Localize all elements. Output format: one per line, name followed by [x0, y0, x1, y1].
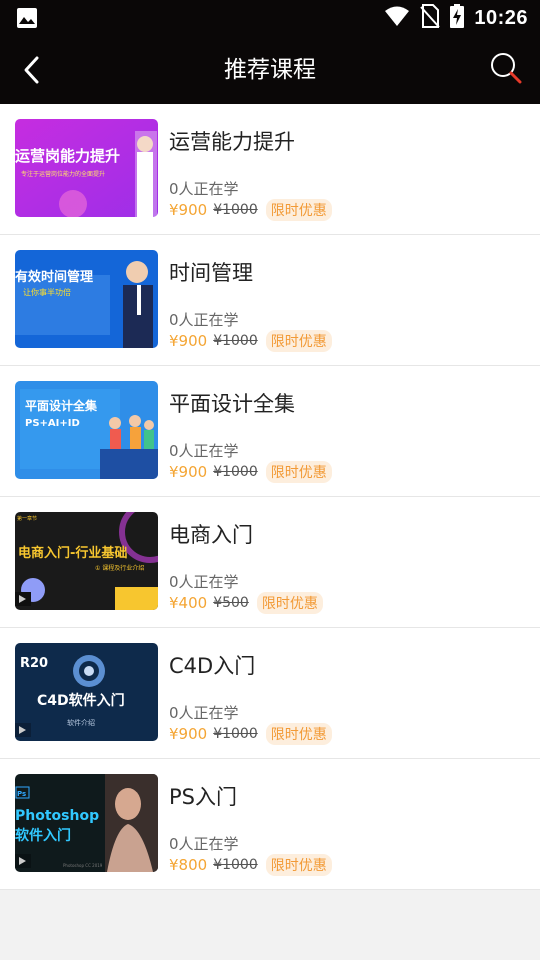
thumbnail-title: C4D软件入门 [37, 692, 125, 709]
current-price: ¥900 [169, 332, 208, 350]
discount-badge: 限时优惠 [256, 592, 323, 614]
image-notification-icon [16, 7, 38, 29]
status-time: 10:26 [474, 6, 528, 29]
current-price: ¥800 [169, 856, 208, 874]
discount-badge: 限时优惠 [265, 199, 332, 221]
thumbnail-subtitle: ① 课程及行业介绍 [95, 564, 144, 572]
learner-count: 0人正在学 [169, 311, 239, 329]
thumbnail-tag: 第一章节 [17, 515, 37, 522]
course-thumbnail: 第一章节 电商入门-行业基础 ① 课程及行业介绍 [15, 512, 158, 610]
course-title: 时间管理 [169, 261, 253, 285]
course-thumbnail: R20 C4D软件入门 软件介绍 [15, 643, 158, 741]
thumbnail-subtitle: 让你事半功倍 [23, 287, 71, 297]
current-price: ¥400 [169, 594, 208, 612]
original-price: ¥1000 [213, 333, 258, 349]
course-item-ecommerce[interactable]: 第一章节 电商入门-行业基础 ① 课程及行业介绍 电商入门 0人正在学 ¥400… [0, 497, 540, 628]
course-item-c4d[interactable]: R20 C4D软件入门 软件介绍 C4D入门 0人正在学 ¥900 ¥1000 … [0, 628, 540, 759]
learner-count: 0人正在学 [169, 180, 239, 198]
original-price: ¥500 [213, 595, 249, 611]
learner-count: 0人正在学 [169, 442, 239, 460]
thumbnail-title: Photoshop [15, 808, 99, 824]
course-item-operations[interactable]: 运营岗能力提升 专注于运营岗位能力的全面提升 运营能力提升 0人正在学 ¥900… [0, 104, 540, 235]
course-list: 运营岗能力提升 专注于运营岗位能力的全面提升 运营能力提升 0人正在学 ¥900… [0, 104, 540, 890]
status-bar: 10:26 [0, 0, 540, 36]
app-bar: 推荐课程 [0, 36, 540, 104]
thumbnail-title: 运营岗能力提升 [15, 147, 120, 165]
thumbnail-subtitle: 专注于运营岗位能力的全面提升 [21, 170, 105, 178]
course-title: 运营能力提升 [169, 130, 295, 154]
discount-badge: 限时优惠 [265, 854, 332, 876]
learner-count: 0人正在学 [169, 704, 239, 722]
course-thumbnail: 运营岗能力提升 专注于运营岗位能力的全面提升 [15, 119, 158, 217]
thumbnail-title: 平面设计全集 [25, 398, 98, 413]
thumbnail-tag: R20 [20, 656, 48, 671]
battery-charging-icon [450, 4, 465, 32]
thumbnail-subtitle: PS+AI+ID [25, 418, 80, 429]
no-sim-icon [420, 4, 441, 32]
course-item-photoshop[interactable]: Ps Photoshop 软件入门 Photoshop CC 2019 PS入门… [0, 759, 540, 890]
course-title: 电商入门 [169, 523, 253, 547]
original-price: ¥1000 [213, 464, 258, 480]
course-title: C4D入门 [169, 654, 256, 678]
original-price: ¥1000 [213, 202, 258, 218]
learner-count: 0人正在学 [169, 573, 239, 591]
discount-badge: 限时优惠 [265, 330, 332, 352]
original-price: ¥1000 [213, 857, 258, 873]
thumbnail-title: 电商入门-行业基础 [18, 545, 127, 561]
thumbnail-subtitle: 软件介绍 [67, 718, 95, 727]
course-thumbnail: 平面设计全集 PS+AI+ID [15, 381, 158, 479]
course-item-graphic-design[interactable]: 平面设计全集 PS+AI+ID 平面设计全集 0人正在学 ¥900 ¥1000 … [0, 366, 540, 497]
course-item-time-management[interactable]: 有效时间管理 让你事半功倍 时间管理 0人正在学 ¥900 ¥1000 限时优惠 [0, 235, 540, 366]
course-title: 平面设计全集 [169, 392, 295, 416]
wifi-icon [384, 5, 410, 31]
course-title: PS入门 [169, 785, 237, 809]
page-title: 推荐课程 [224, 57, 316, 83]
original-price: ¥1000 [213, 726, 258, 742]
thumbnail-title: 有效时间管理 [15, 269, 93, 285]
search-icon [491, 53, 522, 84]
current-price: ¥900 [169, 725, 208, 743]
search-button[interactable] [488, 50, 524, 86]
current-price: ¥900 [169, 463, 208, 481]
thumbnail-tag: Ps [17, 790, 26, 798]
course-thumbnail: 有效时间管理 让你事半功倍 [15, 250, 158, 348]
course-thumbnail: Ps Photoshop 软件入门 Photoshop CC 2019 [15, 774, 158, 872]
discount-badge: 限时优惠 [265, 461, 332, 483]
thumbnail-subtitle: 软件入门 [15, 827, 71, 844]
thumbnail-footer: Photoshop CC 2019 [63, 863, 103, 868]
current-price: ¥900 [169, 201, 208, 219]
learner-count: 0人正在学 [169, 835, 239, 853]
discount-badge: 限时优惠 [265, 723, 332, 745]
